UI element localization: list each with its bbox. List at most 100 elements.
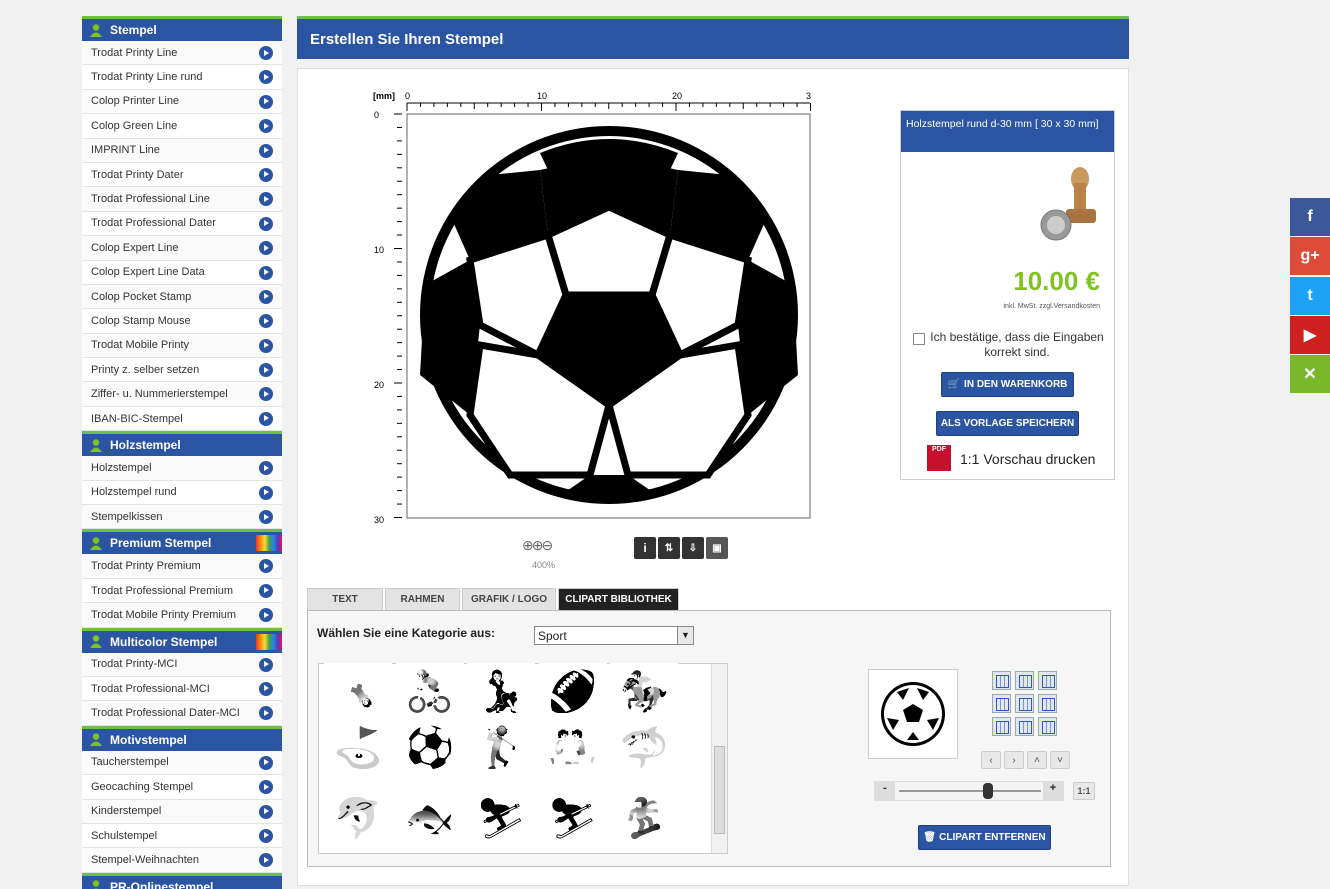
sidebar-item-label: Trodat Professional-MCI (91, 682, 210, 695)
align-position-button[interactable] (1015, 717, 1034, 736)
sidebar-item[interactable]: Colop Pocket Stamp (82, 284, 282, 310)
sidebar-item[interactable]: Trodat Printy Premium (82, 554, 282, 579)
soccer-ball-clipart[interactable] (420, 126, 798, 504)
save-icon[interactable]: ▣ (706, 537, 728, 559)
pdf-icon[interactable]: PDF (927, 445, 951, 471)
zoom-out-icon[interactable]: ⊖ (541, 537, 553, 553)
sidebar-item[interactable]: Printy z. selber setzen (82, 358, 282, 383)
zoom-controls[interactable]: ⊕⊕⊖ (522, 537, 553, 554)
add-to-cart-button[interactable]: 🛒 IN DEN WARENKORB (941, 372, 1074, 397)
sidebar-item[interactable]: Trodat Mobile Printy (82, 333, 282, 359)
align-position-button[interactable] (1015, 671, 1034, 690)
arrow-right-icon (259, 657, 273, 672)
tab-rahmen[interactable]: RAHMEN (385, 588, 460, 610)
tab-text[interactable]: TEXT (307, 588, 383, 610)
sidebar-item[interactable]: Ziffer- u. Nummerierstempel (82, 382, 282, 407)
scale-slider[interactable]: - + (874, 781, 1064, 801)
sidebar-section-header[interactable]: Motivstempel (82, 725, 282, 751)
scrollbar[interactable] (711, 664, 727, 853)
move-left-button[interactable]: ‹ (981, 751, 1001, 769)
confirm-label: Ich bestätige, dass die Eingaben korrekt… (930, 330, 1104, 359)
sidebar-item[interactable]: Colop Expert Line Data (82, 260, 282, 285)
sidebar-item[interactable]: Trodat Professional Premium (82, 578, 282, 604)
sidebar-item[interactable]: Holzstempel (82, 456, 282, 481)
load-icon[interactable]: ⇩ (682, 537, 704, 559)
remove-clipart-button[interactable]: 🗑 CLIPART ENTFERNEN (918, 825, 1051, 850)
clipart-thumbnail[interactable]: 🏂 (610, 784, 678, 852)
sidebar-section-header[interactable]: PR-Onlinestempel (82, 872, 282, 889)
move-right-button[interactable]: › (1004, 751, 1024, 769)
tab-grafik-logo[interactable]: GRAFIK / LOGO (462, 588, 556, 610)
align-position-button[interactable] (1038, 717, 1057, 736)
sidebar-item[interactable]: Trodat Professional Dater-MCI (82, 701, 282, 726)
arrow-right-icon (259, 608, 273, 623)
sidebar-item[interactable]: Trodat Printy Line rund (82, 65, 282, 90)
sidebar-item[interactable]: IBAN-BIC-Stempel (82, 406, 282, 432)
sidebar-item[interactable]: Stempelkissen (82, 505, 282, 530)
zoom-reset-icon[interactable]: ⊕ (532, 537, 544, 553)
sidebar-item[interactable]: Trodat Professional-MCI (82, 676, 282, 702)
clipart-thumbnail[interactable]: ⛳ (324, 713, 392, 781)
twitter-icon[interactable]: t (1290, 276, 1330, 315)
clipart-thumbnail[interactable]: ⛷ (538, 784, 607, 852)
sidebar-item[interactable]: Geocaching Stempel (82, 775, 282, 800)
arrow-right-icon (259, 143, 273, 158)
scale-plus-button[interactable]: + (1043, 782, 1063, 800)
sidebar-item[interactable]: Trodat Printy Dater (82, 162, 282, 188)
clipart-thumbnail[interactable]: ⚽ (395, 713, 464, 781)
clipart-thumbnail[interactable]: 🏌 (467, 713, 535, 781)
clipart-thumbnail[interactable]: 🦈 (610, 713, 678, 781)
cart-icon: 🛒 (947, 379, 961, 390)
tab-clipart-bibliothek[interactable]: CLIPART BIBLIOTHEK (558, 588, 679, 610)
sidebar-section-header[interactable]: Holzstempel (82, 431, 282, 457)
confirm-checkbox[interactable] (913, 333, 925, 345)
clipart-thumbnail[interactable]: 🤼 (538, 713, 607, 781)
sidebar-item[interactable]: Colop Printer Line (82, 89, 282, 115)
person-icon (90, 439, 102, 452)
sidebar-section-header[interactable]: Multicolor Stempel (82, 627, 282, 653)
align-position-button[interactable] (1038, 694, 1057, 713)
align-position-button[interactable] (1038, 671, 1057, 690)
sidebar-item[interactable]: Trodat Professional Line (82, 187, 282, 212)
sidebar-item[interactable]: Trodat Printy Line (82, 41, 282, 66)
sidebar-item[interactable]: IMPRINT Line (82, 138, 282, 163)
slider-handle[interactable] (983, 783, 993, 799)
scale-reset-button[interactable]: 1:1 (1073, 782, 1095, 800)
sidebar-item[interactable]: Colop Stamp Mouse (82, 309, 282, 334)
sidebar-item[interactable]: Colop Expert Line (82, 236, 282, 261)
category-select[interactable]: Sport ▼ (534, 626, 694, 645)
move-up-button[interactable]: ˄ (1027, 751, 1047, 769)
sidebar-item[interactable]: Schulstempel (82, 823, 282, 849)
print-preview-link[interactable]: 1:1 Vorschau drucken (960, 451, 1095, 467)
youtube-icon[interactable]: ▶ (1290, 315, 1330, 354)
sidebar-item[interactable]: Taucherstempel (82, 750, 282, 776)
google-plus-icon[interactable]: g+ (1290, 237, 1330, 276)
save-template-button[interactable]: ALS VORLAGE SPEICHERN (936, 411, 1079, 436)
sidebar-item[interactable]: Holzstempel rund (82, 480, 282, 506)
sidebar-section-header[interactable]: Stempel (82, 16, 282, 41)
align-icon[interactable]: ⇅ (658, 537, 680, 559)
sidebar-item[interactable]: Trodat Printy-MCI (82, 652, 282, 677)
person-icon (90, 880, 102, 889)
zoom-in-icon[interactable]: ⊕ (522, 537, 534, 553)
clipart-thumbnail[interactable]: 🐟 (395, 784, 464, 852)
sidebar-item[interactable]: Kinderstempel (82, 799, 282, 824)
align-position-button[interactable] (992, 694, 1011, 713)
info-icon[interactable]: i (634, 537, 656, 559)
align-position-button[interactable] (992, 671, 1011, 690)
sidebar-item[interactable]: Colop Green Line (82, 114, 282, 139)
clipart-thumbnail[interactable]: ⛷ (467, 784, 535, 852)
sidebar-item[interactable]: Trodat Mobile Printy Premium (82, 603, 282, 628)
sidebar-section-header[interactable]: Premium Stempel (82, 529, 282, 555)
chevron-down-icon[interactable]: ▼ (677, 627, 693, 644)
sidebar-item[interactable]: Trodat Professional Dater (82, 211, 282, 237)
scale-minus-button[interactable]: - (875, 782, 895, 800)
align-position-button[interactable] (1015, 694, 1034, 713)
sidebar-item[interactable]: Stempel-Weihnachten (82, 848, 282, 873)
facebook-icon[interactable]: f (1290, 198, 1330, 236)
clipart-thumbnail[interactable]: 🐬 (324, 784, 392, 852)
xing-icon[interactable]: ✕ (1290, 355, 1330, 394)
align-position-button[interactable] (992, 717, 1011, 736)
scrollbar-thumb[interactable] (714, 746, 725, 834)
move-down-button[interactable]: ˅ (1050, 751, 1070, 769)
